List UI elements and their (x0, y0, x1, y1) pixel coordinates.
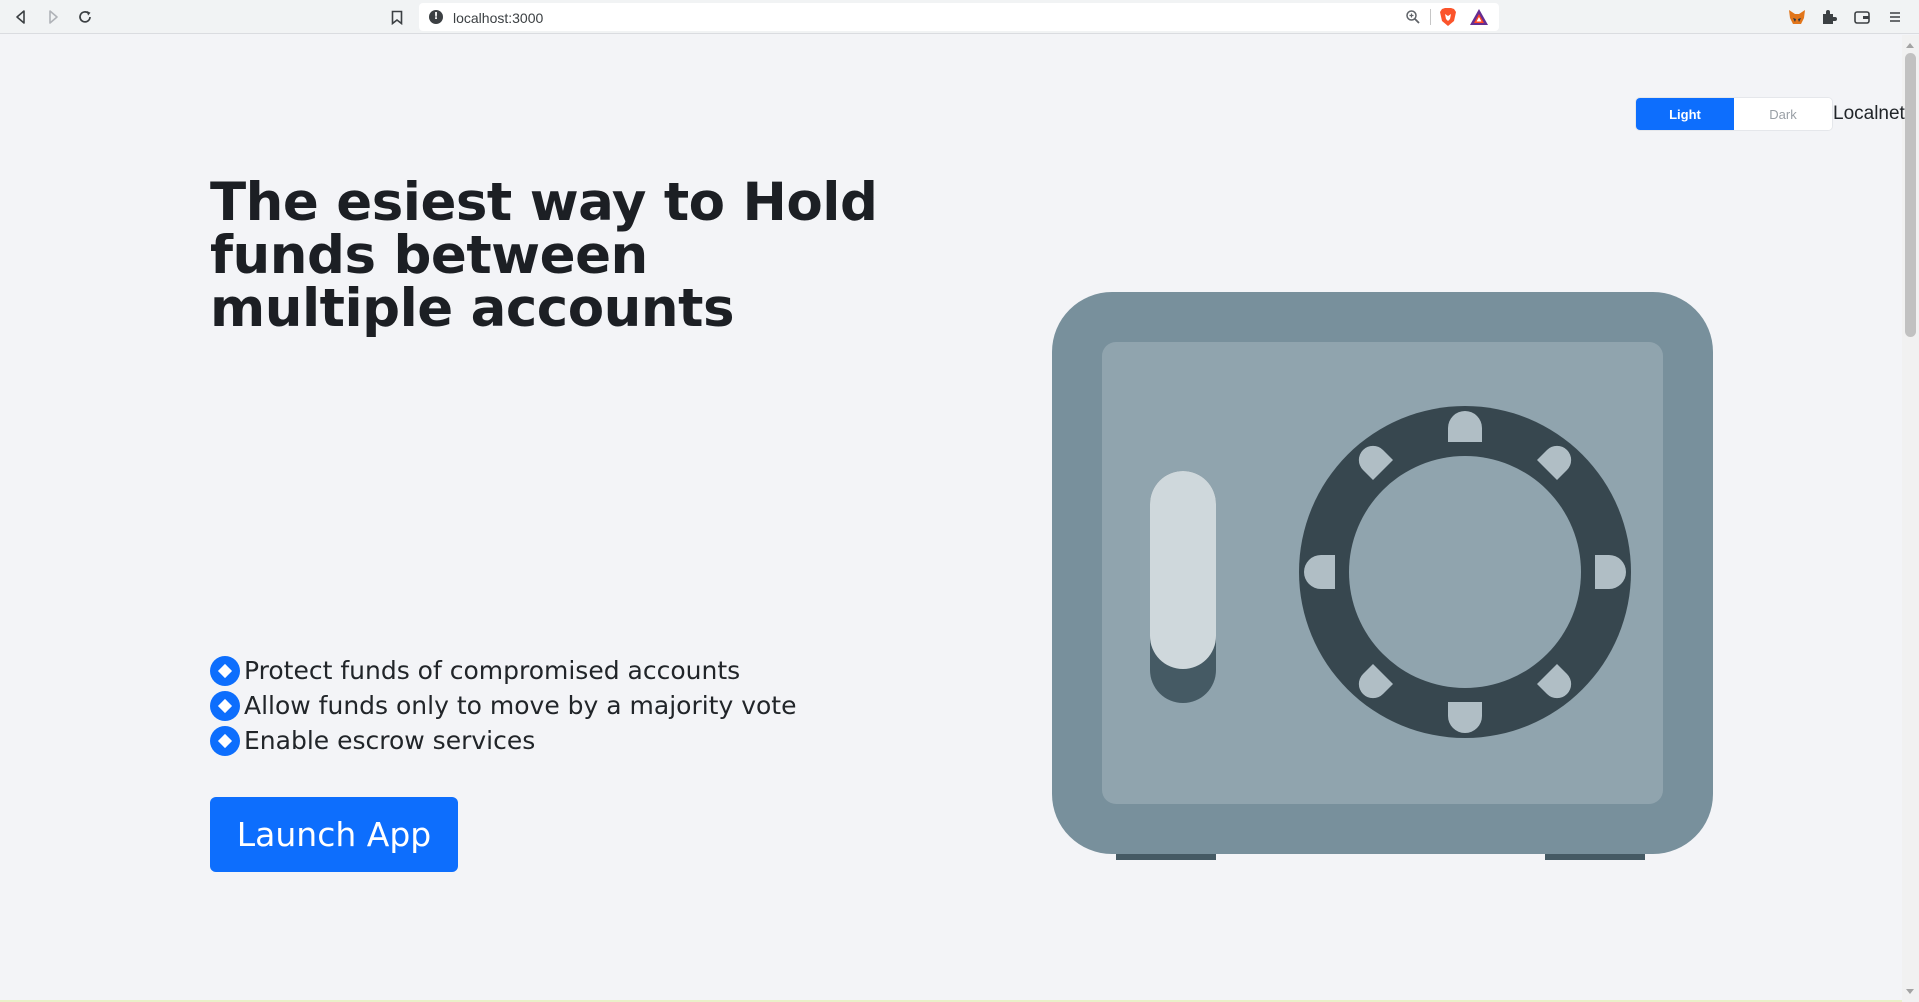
browser-toolbar: ! localhost:3000 (0, 0, 1919, 34)
scroll-thumb[interactable] (1905, 53, 1916, 337)
zoom-icon[interactable] (1405, 9, 1421, 25)
feature-list: Protect funds of compromised accounts Al… (210, 653, 797, 758)
scroll-down-arrow-icon[interactable] (1906, 989, 1914, 994)
launch-app-button[interactable]: Launch App (210, 797, 458, 872)
forward-arrow-icon[interactable] (41, 5, 65, 29)
site-info-icon[interactable]: ! (429, 10, 443, 24)
network-label[interactable]: Localnet (1833, 103, 1905, 125)
feature-text: Allow funds only to move by a majority v… (244, 691, 797, 720)
reload-icon[interactable] (73, 5, 97, 29)
brave-rewards-icon[interactable] (1469, 8, 1489, 26)
theme-dark-button[interactable]: Dark (1734, 98, 1832, 130)
list-item: Allow funds only to move by a majority v… (210, 688, 797, 723)
theme-light-button[interactable]: Light (1636, 98, 1734, 130)
brave-shield-icon[interactable] (1439, 7, 1457, 27)
diamond-bullet-icon (210, 655, 240, 686)
safe-dial-center (1349, 456, 1581, 688)
address-bar[interactable]: ! localhost:3000 (419, 3, 1499, 31)
bookmark-icon[interactable] (386, 5, 408, 29)
metamask-icon[interactable] (1786, 6, 1808, 28)
safe-handle (1150, 471, 1216, 669)
scroll-up-arrow-icon[interactable] (1906, 43, 1914, 48)
diamond-bullet-icon (210, 690, 240, 721)
puzzle-icon[interactable] (1818, 6, 1840, 28)
url-text: localhost:3000 (453, 10, 544, 26)
wallet-icon[interactable] (1851, 6, 1873, 28)
theme-toggle: Light Dark (1635, 97, 1833, 131)
diamond-bullet-icon (210, 725, 240, 756)
address-bar-divider (1430, 9, 1431, 25)
list-item: Enable escrow services (210, 723, 797, 758)
feature-text: Protect funds of compromised accounts (244, 656, 741, 685)
back-arrow-icon[interactable] (9, 5, 33, 29)
safe-illustration (1052, 292, 1713, 860)
list-item: Protect funds of compromised accounts (210, 653, 797, 688)
page-scrollbar[interactable] (1902, 35, 1919, 1002)
page-title: The esiest way to Hold funds between mul… (210, 172, 878, 339)
feature-text: Enable escrow services (244, 726, 536, 755)
menu-icon[interactable] (1884, 6, 1906, 28)
